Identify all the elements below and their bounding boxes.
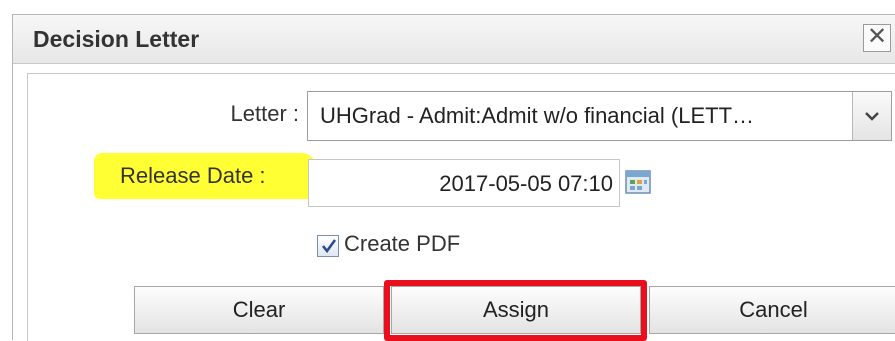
dialog-titlebar[interactable]: Decision Letter ✕: [13, 15, 895, 64]
letter-dropdown-button[interactable]: [852, 92, 891, 140]
decision-letter-dialog: Decision Letter ✕ Letter : UHGrad - Admi…: [12, 14, 895, 341]
close-button[interactable]: ✕: [863, 24, 891, 52]
letter-select[interactable]: UHGrad - Admit:Admit w/o financial (LETT…: [307, 91, 892, 141]
release-date-value: 2017-05-05 07:10: [439, 171, 613, 196]
calendar-icon[interactable]: [625, 170, 651, 194]
dialog-title: Decision Letter: [33, 26, 200, 52]
letter-label: Letter :: [230, 101, 299, 126]
create-pdf-checkbox[interactable]: [317, 235, 339, 257]
checkmark-icon: [321, 239, 337, 254]
clear-button[interactable]: Clear: [134, 286, 384, 334]
chevron-down-icon: [865, 112, 879, 121]
cancel-button[interactable]: Cancel: [649, 286, 895, 334]
create-pdf-label: Create PDF: [344, 231, 461, 256]
release-date-input[interactable]: 2017-05-05 07:10: [308, 159, 620, 207]
close-icon: ✕: [866, 23, 888, 50]
dialog-content: Letter : UHGrad - Admit:Admit w/o financ…: [27, 73, 895, 341]
letter-select-value: UHGrad - Admit:Admit w/o financial (LETT…: [320, 103, 755, 128]
release-date-label: Release Date :: [120, 163, 266, 188]
assign-annotation-outline: [384, 280, 647, 341]
background-table-row: [0, 0, 895, 14]
